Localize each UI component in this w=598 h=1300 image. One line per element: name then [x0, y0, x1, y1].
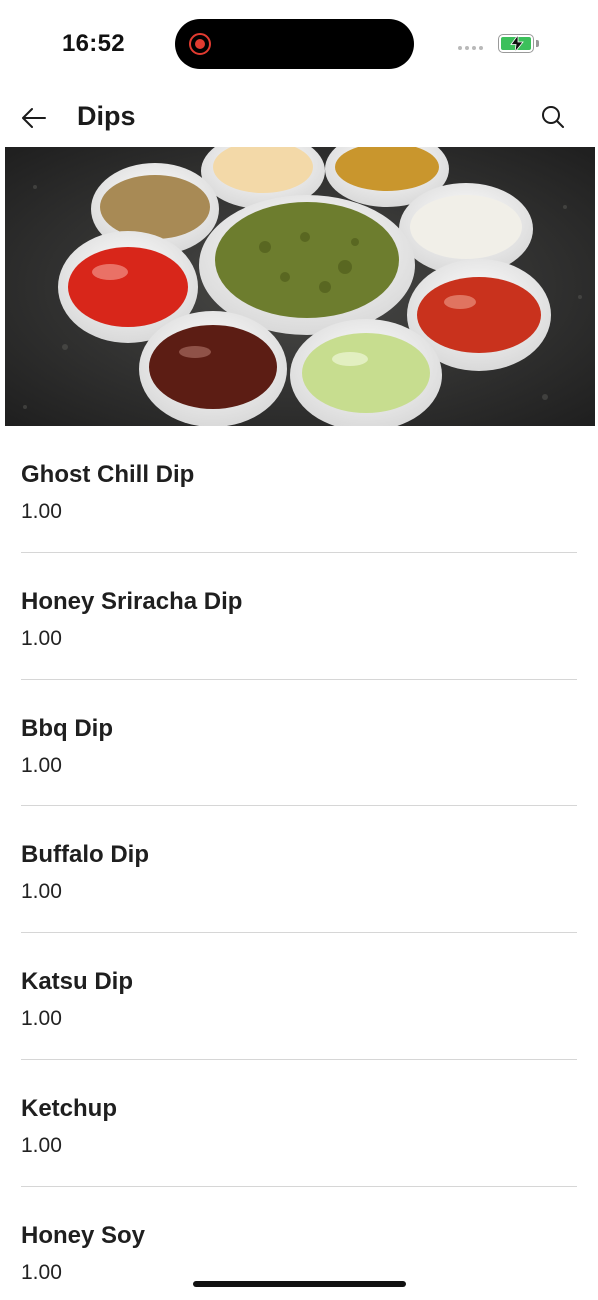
item-name: Katsu Dip — [21, 968, 134, 996]
battery-cap — [536, 40, 539, 47]
item-name: Ketchup — [21, 1094, 117, 1122]
list-item[interactable]: Bbq Dip 1.00 — [0, 680, 598, 807]
item-price: 1.00 — [21, 1133, 62, 1157]
app-header: Dips — [0, 88, 598, 146]
item-price: 1.00 — [21, 880, 62, 904]
item-price: 1.00 — [21, 500, 62, 523]
status-time: 16:52 — [62, 30, 125, 57]
item-name: Bbq Dip — [21, 714, 113, 742]
item-name: Buffalo Dip — [21, 841, 149, 869]
back-button[interactable] — [16, 100, 52, 136]
screen: 16:52 Dips Ghost Chill Dip 1.00 Honey Sr… — [0, 0, 598, 1300]
search-icon — [542, 106, 564, 128]
hero-image — [5, 147, 595, 426]
list-item[interactable]: Buffalo Dip 1.00 — [0, 806, 598, 934]
list-item[interactable]: Ketchup 1.00 — [0, 1060, 598, 1187]
dynamic-island[interactable] — [175, 19, 414, 69]
status-bar: 16:52 — [0, 0, 598, 88]
list-item[interactable]: Katsu Dip 1.00 — [0, 933, 598, 1060]
page-title: Dips — [77, 101, 136, 131]
search-button[interactable] — [536, 100, 570, 134]
item-price: 1.00 — [21, 753, 62, 777]
home-indicator[interactable] — [193, 1281, 406, 1287]
item-name: Honey Soy — [21, 1221, 146, 1249]
arrow-left-icon — [22, 108, 46, 128]
dip-list: Ghost Chill Dip 1.00 Honey Sriracha Dip … — [0, 426, 598, 1300]
item-price: 1.00 — [21, 626, 62, 650]
signal-dots-icon — [458, 46, 483, 50]
item-name: Honey Sriracha Dip — [21, 587, 243, 615]
list-item[interactable]: Honey Sriracha Dip 1.00 — [0, 553, 598, 680]
battery-charging-icon — [498, 34, 534, 53]
item-price: 1.00 — [21, 1260, 62, 1284]
item-price: 1.00 — [21, 1007, 62, 1031]
dip-bowls-photo — [5, 147, 595, 426]
list-item[interactable]: Ghost Chill Dip 1.00 — [0, 426, 598, 553]
item-name: Ghost Chill Dip — [21, 461, 195, 488]
recording-indicator-icon — [189, 33, 211, 55]
